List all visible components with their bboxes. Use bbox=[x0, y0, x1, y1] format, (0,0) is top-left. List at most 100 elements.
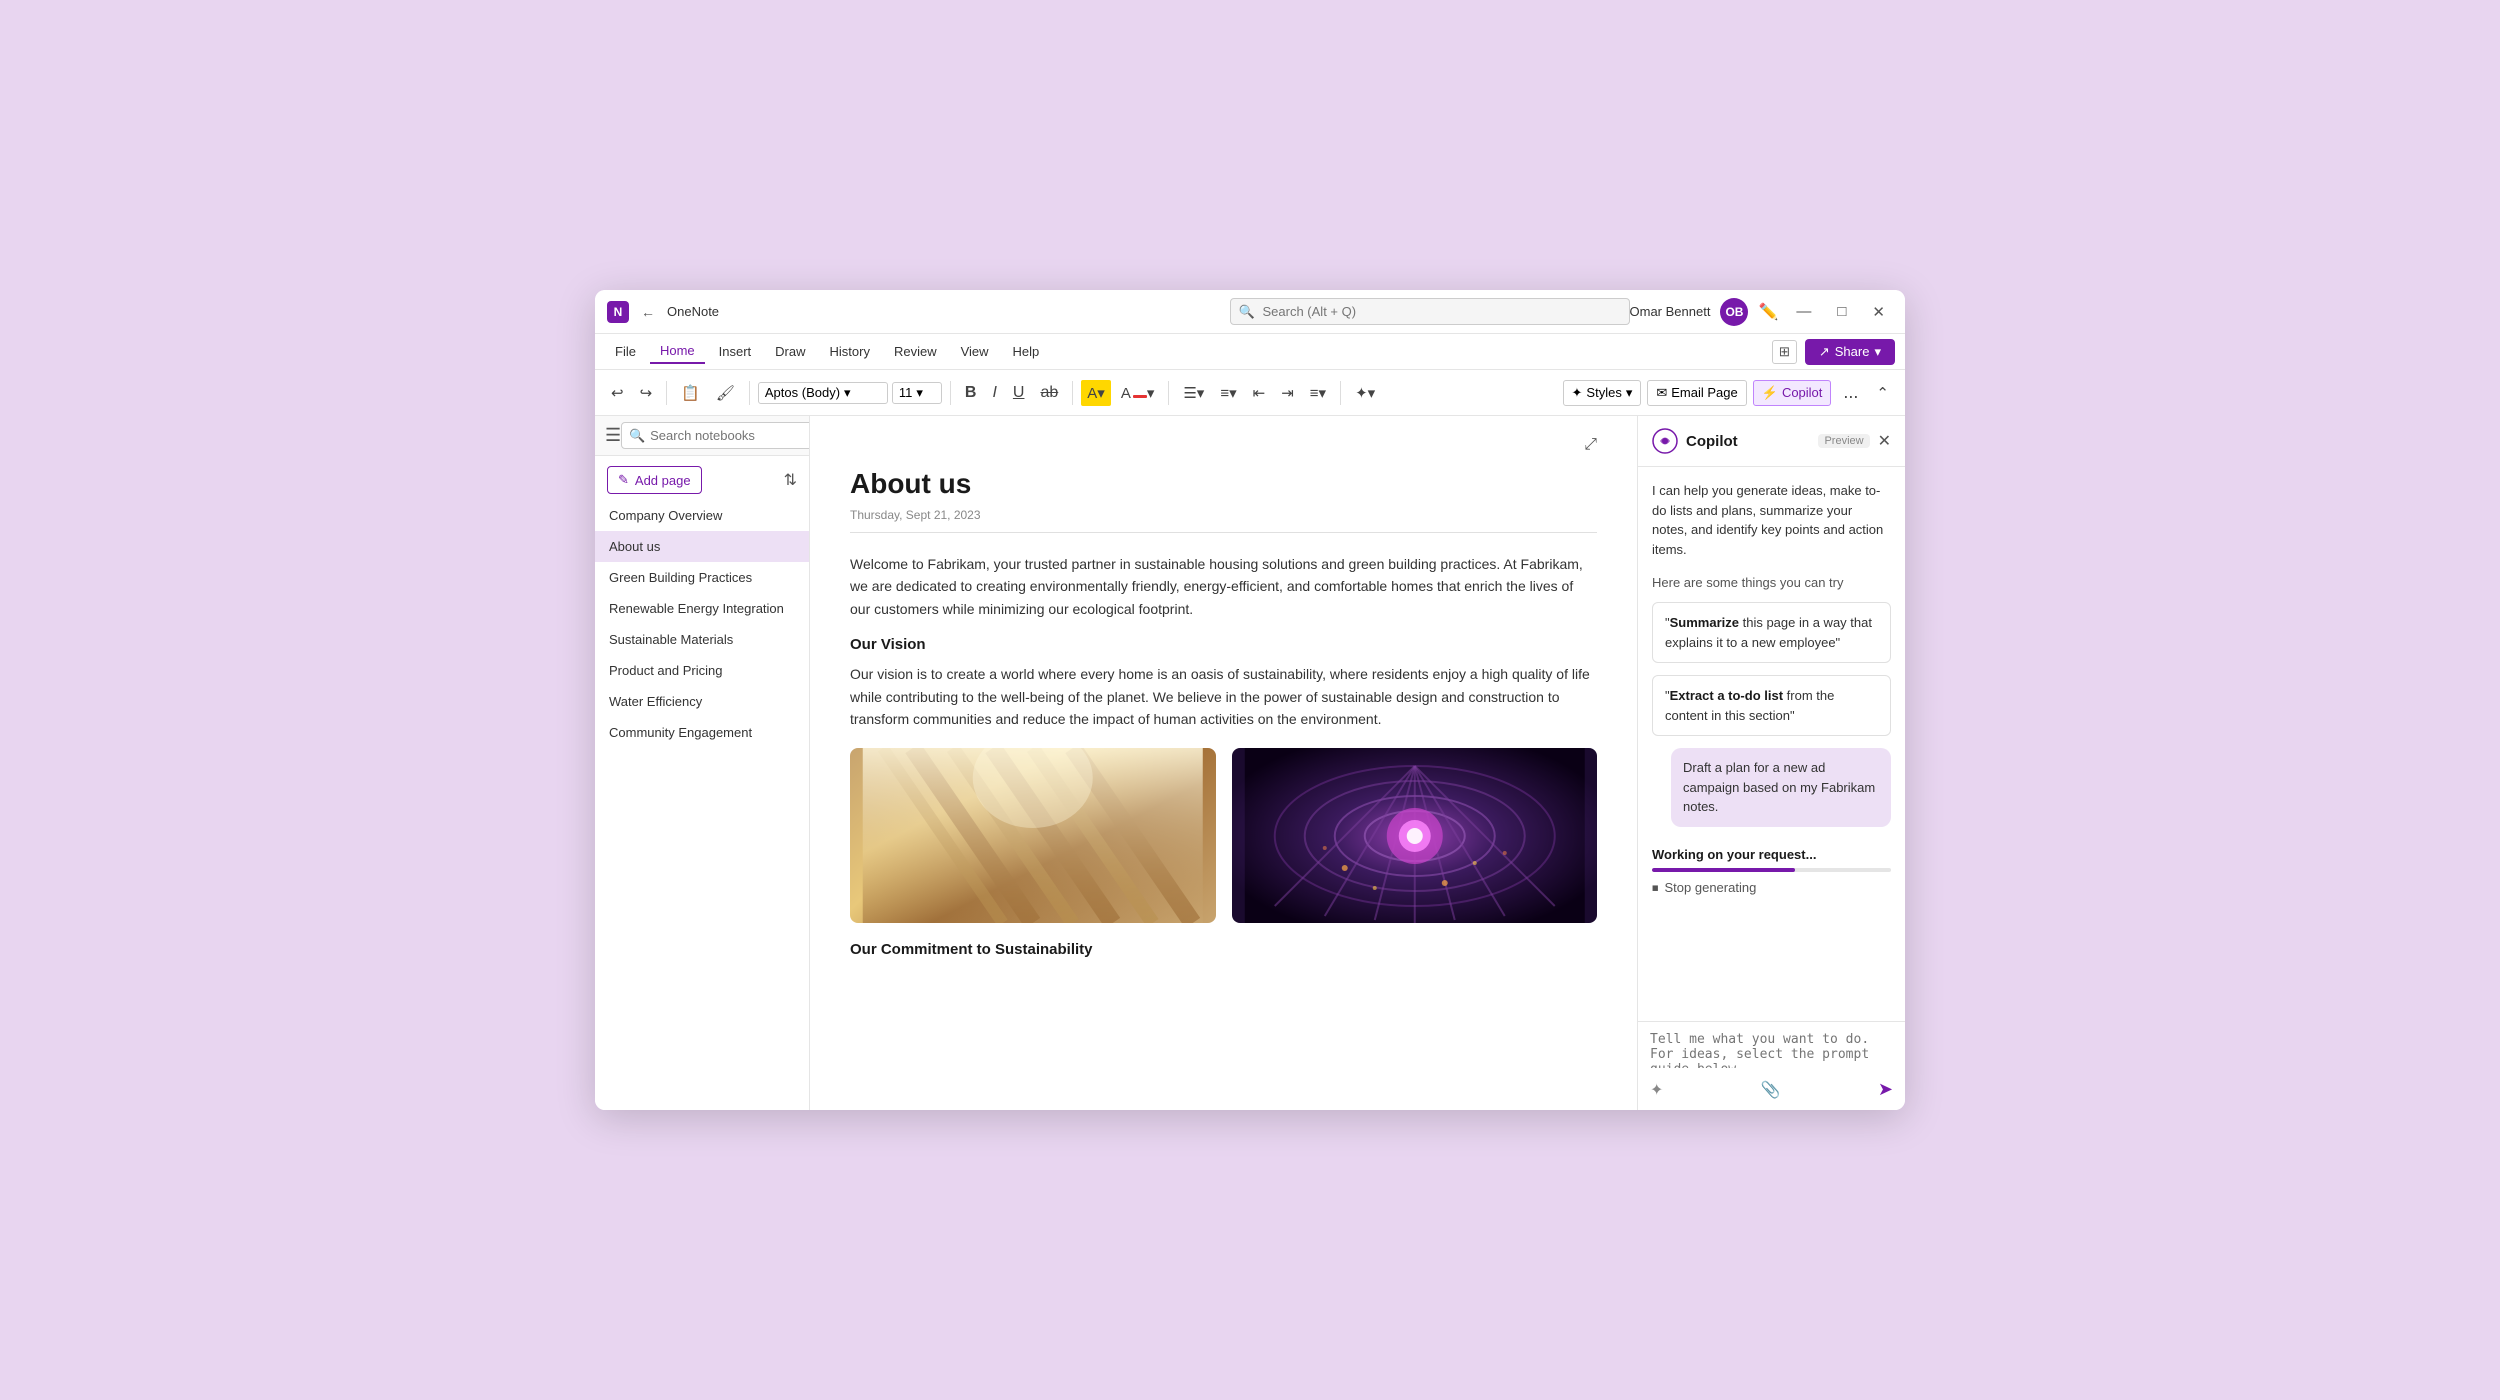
menu-draw[interactable]: Draw bbox=[765, 340, 815, 363]
title-bar: N ← OneNote 🔍 Omar Bennett OB ✏️ — □ ✕ bbox=[595, 290, 1905, 334]
copilot-input[interactable] bbox=[1650, 1032, 1893, 1068]
page-item-green-building[interactable]: Green Building Practices bbox=[595, 562, 809, 593]
more-button[interactable]: ... bbox=[1837, 378, 1864, 407]
copilot-header: Copilot Preview ✕ bbox=[1638, 416, 1905, 467]
note-heading-commitment: Our Commitment to Sustainability bbox=[850, 941, 1597, 958]
note-date: Thursday, Sept 21, 2023 bbox=[850, 508, 1597, 533]
menu-help[interactable]: Help bbox=[1003, 340, 1050, 363]
add-page-button[interactable]: ✎ Add page bbox=[607, 466, 702, 494]
copilot-working-section: Working on your request... ⏹ Stop genera… bbox=[1652, 847, 1891, 896]
note-heading-vision: Our Vision bbox=[850, 636, 1597, 653]
note-image-dome bbox=[1232, 748, 1598, 923]
page-item-community-engagement[interactable]: Community Engagement bbox=[595, 717, 809, 748]
ribbon-divider-3 bbox=[950, 381, 951, 405]
menu-home[interactable]: Home bbox=[650, 339, 705, 364]
copilot-send-button[interactable]: ➤ bbox=[1878, 1079, 1893, 1100]
font-family-selector[interactable]: Aptos (Body) ▾ bbox=[758, 382, 888, 404]
close-button[interactable]: ✕ bbox=[1864, 301, 1893, 323]
ribbon-divider-5 bbox=[1168, 381, 1169, 405]
search-notebooks-input[interactable] bbox=[621, 422, 810, 449]
stop-generating-label: Stop generating bbox=[1665, 880, 1757, 895]
sort-button[interactable]: ⇅ bbox=[784, 470, 797, 490]
page-item-about-us[interactable]: About us bbox=[595, 531, 809, 562]
ribbon-divider-2 bbox=[749, 381, 750, 405]
copilot-suggestion-1[interactable]: "Summarize this page in a way that expla… bbox=[1652, 602, 1891, 663]
share-chevron-icon: ▾ bbox=[1874, 344, 1881, 360]
avatar: OB bbox=[1720, 298, 1748, 326]
add-page-icon: ✎ bbox=[618, 472, 629, 488]
copilot-footer-actions: ✦ 📎 ➤ bbox=[1650, 1079, 1893, 1100]
styles-button[interactable]: ✦ Styles ▾ bbox=[1563, 380, 1642, 406]
copilot-suggestion-2[interactable]: "Extract a to-do list from the content i… bbox=[1652, 675, 1891, 736]
pages-sidebar: ☰ 🔍 ✎ Add page ⇅ Company Overview About … bbox=[595, 416, 810, 1110]
copilot-label: Copilot bbox=[1782, 385, 1822, 400]
copilot-ribbon-button[interactable]: ⚡ Copilot bbox=[1753, 380, 1832, 406]
clipboard-button[interactable]: 📋 bbox=[675, 380, 706, 406]
search-icon: 🔍 bbox=[1239, 304, 1255, 320]
note-image-wood bbox=[850, 748, 1216, 923]
align-button[interactable]: ≡▾ bbox=[1304, 380, 1332, 406]
copilot-attach-button[interactable]: ✦ bbox=[1650, 1080, 1663, 1100]
undo-button[interactable]: ↩ bbox=[605, 380, 630, 406]
maximize-button[interactable]: □ bbox=[1829, 301, 1854, 322]
italic-button[interactable]: I bbox=[986, 380, 1002, 406]
font-size-selector[interactable]: 11 ▾ bbox=[892, 382, 942, 404]
decrease-indent-button[interactable]: ⇤ bbox=[1247, 380, 1272, 406]
page-item-product-pricing[interactable]: Product and Pricing bbox=[595, 655, 809, 686]
main-area: ☰ 🔍 ✎ Add page ⇅ Company Overview About … bbox=[595, 416, 1905, 1110]
menu-review[interactable]: Review bbox=[884, 340, 947, 363]
bold-button[interactable]: B bbox=[959, 380, 983, 406]
copilot-title: Copilot bbox=[1686, 433, 1810, 450]
copilot-working-label: Working on your request... bbox=[1652, 847, 1891, 862]
increase-indent-button[interactable]: ⇥ bbox=[1275, 380, 1300, 406]
page-item-company-overview[interactable]: Company Overview bbox=[595, 500, 809, 531]
minimize-button[interactable]: — bbox=[1788, 301, 1819, 322]
note-editor: ⤢ About us Thursday, Sept 21, 2023 Welco… bbox=[810, 416, 1637, 1110]
menu-view[interactable]: View bbox=[951, 340, 999, 363]
font-color-indicator bbox=[1133, 395, 1147, 398]
menu-file[interactable]: File bbox=[605, 340, 646, 363]
share-button[interactable]: ↗ Share ▾ bbox=[1805, 339, 1895, 365]
copilot-footer: ✦ 📎 ➤ bbox=[1638, 1021, 1905, 1110]
redo-button[interactable]: ↪ bbox=[634, 380, 659, 406]
page-item-sustainable-materials[interactable]: Sustainable Materials bbox=[595, 624, 809, 655]
copilot-try-label: Here are some things you can try bbox=[1652, 575, 1891, 590]
top-search-area: ☰ 🔍 bbox=[595, 416, 809, 456]
bullets-button[interactable]: ☰▾ bbox=[1177, 380, 1210, 406]
share-icon: ↗ bbox=[1819, 344, 1830, 360]
email-page-button[interactable]: ✉ Email Page bbox=[1647, 380, 1746, 406]
back-button[interactable]: ← bbox=[637, 301, 659, 323]
font-size-value: 11 bbox=[899, 385, 913, 400]
format-painter-button[interactable]: 🖌 bbox=[710, 380, 741, 406]
underline-button[interactable]: U bbox=[1007, 380, 1031, 406]
hamburger-menu-button[interactable]: ☰ bbox=[605, 425, 621, 446]
ribbon-collapse-button[interactable]: ⌃ bbox=[1870, 380, 1895, 406]
page-item-renewable-energy[interactable]: Renewable Energy Integration bbox=[595, 593, 809, 624]
numbered-list-button[interactable]: ≡▾ bbox=[1214, 380, 1242, 406]
title-search-input[interactable] bbox=[1230, 298, 1630, 325]
sidebar-toggle-button[interactable]: ⊞ bbox=[1772, 340, 1797, 364]
pages-header: ✎ Add page ⇅ bbox=[595, 456, 809, 500]
stop-generating-button[interactable]: ⏹ Stop generating bbox=[1652, 880, 1756, 896]
font-color-button[interactable]: A▾ bbox=[1115, 380, 1161, 406]
page-item-water-efficiency[interactable]: Water Efficiency bbox=[595, 686, 809, 717]
strikethrough-button[interactable]: ab bbox=[1034, 380, 1064, 406]
ribbon-divider-6 bbox=[1340, 381, 1341, 405]
menu-history[interactable]: History bbox=[820, 340, 880, 363]
stop-icon: ⏹ bbox=[1652, 880, 1659, 896]
styles-icon: ✦ bbox=[1572, 385, 1583, 401]
email-label: Email Page bbox=[1671, 385, 1737, 400]
highlight-button[interactable]: A▾ bbox=[1081, 380, 1111, 406]
ribbon-divider-4 bbox=[1072, 381, 1073, 405]
pen-button[interactable]: ✏️ bbox=[1758, 302, 1778, 322]
menu-insert[interactable]: Insert bbox=[709, 340, 762, 363]
title-bar-left: N ← OneNote bbox=[607, 301, 1230, 323]
copilot-close-button[interactable]: ✕ bbox=[1878, 431, 1891, 451]
progress-bar-fill bbox=[1652, 868, 1795, 872]
copilot-clip-button[interactable]: 📎 bbox=[1761, 1080, 1781, 1100]
expand-button[interactable]: ⤢ bbox=[1584, 436, 1597, 454]
onenote-icon: N bbox=[607, 301, 629, 323]
note-paragraph-1: Welcome to Fabrikam, your trusted partne… bbox=[850, 553, 1597, 620]
user-name: Omar Bennett bbox=[1630, 304, 1711, 319]
insert-special-button[interactable]: ✦▾ bbox=[1349, 380, 1381, 406]
